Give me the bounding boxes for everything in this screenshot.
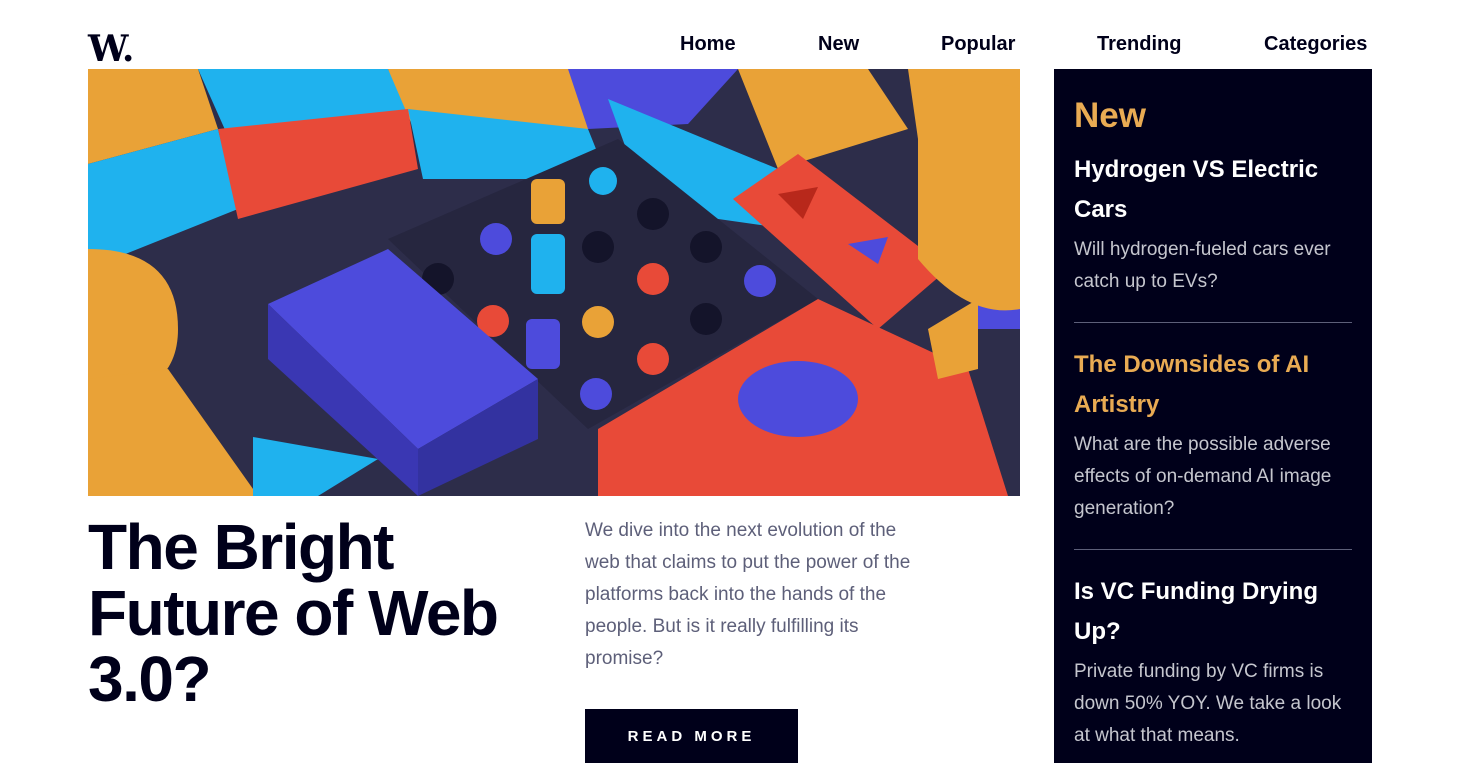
read-more-button[interactable]: READ MORE [585, 709, 798, 763]
nav-home[interactable]: Home [680, 33, 736, 56]
sidebar-article-summary: Private funding by VC firms is down 50% … [1074, 661, 1342, 746]
sidebar-article-title[interactable]: The Downsides of AI Artistry [1074, 345, 1352, 425]
sidebar-article[interactable]: The Downsides of AI Artistry What are th… [1074, 345, 1352, 550]
hero-illustration [88, 69, 1020, 496]
article-description: We dive into the next evolution of the w… [585, 520, 911, 669]
nav-popular[interactable]: Popular [941, 33, 1015, 56]
sidebar-article-summary: Will hydrogen-fueled cars ever catch up … [1074, 239, 1331, 292]
article-headline: The Bright Future of Web 3.0? [88, 511, 499, 715]
sidebar-article-title[interactable]: Is VC Funding Drying Up? [1074, 572, 1352, 652]
sidebar-article[interactable]: Hydrogen VS Electric Cars Will hydrogen-… [1074, 150, 1352, 323]
sidebar-article-title[interactable]: Hydrogen VS Electric Cars [1074, 150, 1352, 230]
sidebar-article[interactable]: Is VC Funding Drying Up? Private funding… [1074, 572, 1352, 776]
nav-trending[interactable]: Trending [1097, 33, 1181, 56]
sidebar-heading: New [1074, 96, 1146, 135]
main-nav: Home New Popular Trending Categories [0, 33, 1460, 61]
sidebar-article-summary: What are the possible adverse effects of… [1074, 434, 1332, 519]
nav-new[interactable]: New [818, 33, 859, 56]
hero-image [88, 69, 1020, 496]
new-articles-sidebar: New Hydrogen VS Electric Cars Will hydro… [1054, 69, 1372, 763]
nav-categories[interactable]: Categories [1264, 33, 1367, 56]
